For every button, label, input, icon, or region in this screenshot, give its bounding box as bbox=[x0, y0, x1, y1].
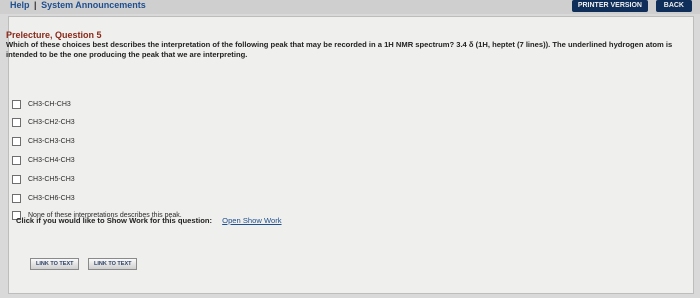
link-to-text-button[interactable]: LINK TO TEXT bbox=[30, 258, 80, 270]
option-label: CH3-CH3-CH3 bbox=[28, 138, 75, 145]
answer-option[interactable]: CH3-CH-CH3 bbox=[12, 100, 71, 109]
back-button[interactable]: BACK bbox=[655, 0, 692, 12]
option-checkbox[interactable] bbox=[12, 175, 21, 184]
option-label: CH3-CH4-CH3 bbox=[28, 157, 75, 164]
answer-option[interactable]: CH3-CH3-CH3 bbox=[12, 137, 75, 146]
option-label: CH3-CH2-CH3 bbox=[28, 119, 75, 126]
link-separator: | bbox=[34, 0, 37, 10]
top-links: Help | System Announcements bbox=[10, 0, 146, 10]
option-label: CH3-CH6-CH3 bbox=[28, 195, 75, 202]
question-title: Prelecture, Question 5 bbox=[6, 30, 102, 40]
option-checkbox[interactable] bbox=[12, 194, 21, 203]
answer-option[interactable]: CH3-CH2-CH3 bbox=[12, 118, 75, 127]
option-checkbox[interactable] bbox=[12, 100, 21, 109]
open-show-work-link[interactable]: Open Show Work bbox=[222, 216, 281, 225]
show-work-row: Click if you would like to Show Work for… bbox=[16, 216, 282, 225]
printer-version-button[interactable]: PRINTER VERSION bbox=[571, 0, 648, 12]
question-text: Which of these choices best describes th… bbox=[6, 40, 673, 59]
help-link[interactable]: Help bbox=[10, 0, 30, 10]
system-announcements-link[interactable]: System Announcements bbox=[41, 0, 146, 10]
option-checkbox[interactable] bbox=[12, 156, 21, 165]
show-work-prompt: Click if you would like to Show Work for… bbox=[16, 216, 213, 225]
option-checkbox[interactable] bbox=[12, 118, 21, 127]
option-label: CH3-CH5-CH3 bbox=[28, 176, 75, 183]
answer-option[interactable]: CH3-CH4-CH3 bbox=[12, 156, 75, 165]
link-to-text-button[interactable]: LINK TO TEXT bbox=[88, 258, 138, 270]
option-label: CH3-CH-CH3 bbox=[28, 101, 71, 108]
answer-option[interactable]: CH3-CH5-CH3 bbox=[12, 175, 75, 184]
option-checkbox[interactable] bbox=[12, 137, 21, 146]
answer-option[interactable]: CH3-CH6-CH3 bbox=[12, 194, 75, 203]
